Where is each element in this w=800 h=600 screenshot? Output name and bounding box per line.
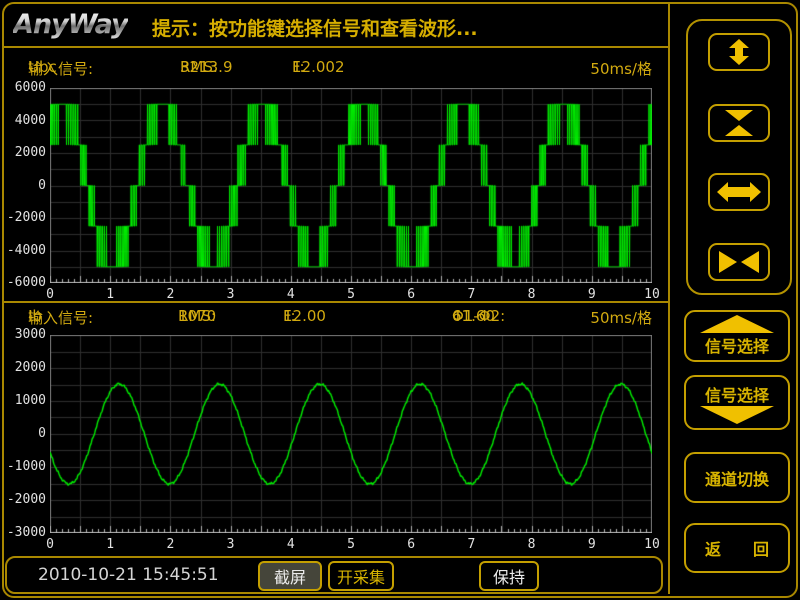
channel-switch-label: 通道切换: [705, 466, 769, 490]
signal-select-down-label: 信号选择: [705, 382, 769, 406]
x-tick-label: 9: [577, 287, 607, 302]
x-tick-label: 9: [577, 537, 607, 552]
waveform-canvas-ib: [50, 335, 652, 533]
start-acquire-button[interactable]: 开采集: [328, 561, 394, 591]
arrows-vertical-expand-icon: [717, 39, 761, 65]
titlebar-divider: [4, 46, 668, 48]
x-tick-label: 3: [216, 287, 246, 302]
y-tick-label: -1000: [2, 459, 46, 474]
sidebar-divider: [668, 4, 670, 594]
timebase-label: 50ms/格: [590, 58, 652, 79]
x-tick-label: 6: [396, 287, 426, 302]
arrows-horizontal-expand-icon: [717, 179, 761, 205]
vertical-compress-button[interactable]: [708, 104, 770, 142]
x-tick-label: 8: [517, 287, 547, 302]
x-tick-label: 7: [456, 287, 486, 302]
back-label: 返 回: [705, 536, 769, 560]
y-tick-label: 3000: [2, 327, 46, 342]
x-tick-label: 3: [216, 537, 246, 552]
x-tick-label: 10: [637, 287, 667, 302]
arrows-vertical-compress-icon: [717, 110, 761, 136]
zoom-button-group: [686, 19, 792, 295]
signal-name: Ubc: [28, 58, 57, 76]
x-tick-label: 10: [637, 537, 667, 552]
y-tick-label: 1000: [2, 393, 46, 408]
x-tick-label: 2: [155, 537, 185, 552]
channel-switch-button[interactable]: 通道切换: [684, 452, 790, 503]
analyzer-screen: AnyWay 提示：按功能键选择信号和查看波形... 输入信号: Ubc RMS…: [0, 0, 800, 600]
signal-select-up-label: 信号选择: [705, 333, 769, 357]
x-tick-label: 5: [336, 537, 366, 552]
x-tick-label: 1: [95, 287, 125, 302]
y-tick-label: 4000: [2, 113, 46, 128]
y-tick-label: -4000: [2, 243, 46, 258]
anyway-logo: AnyWay: [13, 9, 128, 40]
hint-text: 提示：按功能键选择信号和查看波形...: [152, 14, 478, 41]
x-tick-label: 8: [517, 537, 547, 552]
x-tick-label: 6: [396, 537, 426, 552]
signal-name: Ib: [28, 307, 42, 325]
waveform-canvas-ubc: [50, 88, 652, 283]
x-tick-label: 4: [276, 287, 306, 302]
x-tick-label: 5: [336, 287, 366, 302]
x-tick-label: 7: [456, 537, 486, 552]
triangle-down-icon: [700, 406, 774, 424]
y-tick-label: -2000: [2, 210, 46, 225]
y-tick-label: -2000: [2, 492, 46, 507]
capture-button[interactable]: 截屏: [258, 561, 322, 591]
signal-select-down-button[interactable]: 信号选择: [684, 375, 790, 430]
x-tick-label: 4: [276, 537, 306, 552]
timebase-label: 50ms/格: [590, 307, 652, 328]
panel1-header: 输入信号: Ubc RMS: 3213.9 F: 12.002 50ms/格: [0, 58, 668, 80]
horizontal-expand-button[interactable]: [708, 173, 770, 211]
y-tick-label: -3000: [2, 525, 46, 540]
y-tick-label: 2000: [2, 145, 46, 160]
y-tick-label: 6000: [2, 80, 46, 95]
triangle-up-icon: [700, 315, 774, 333]
signal-select-up-button[interactable]: 信号选择: [684, 310, 790, 362]
y-tick-label: -6000: [2, 275, 46, 290]
horizontal-compress-button[interactable]: [708, 243, 770, 281]
panel2-header: 输入信号: Ib RMS: 1070 F: 12.00 Φ1-Φ2: 61.60…: [0, 307, 668, 329]
hold-button[interactable]: 保持: [479, 561, 539, 591]
x-tick-label: 2: [155, 287, 185, 302]
x-tick-label: 1: [95, 537, 125, 552]
vertical-expand-button[interactable]: [708, 33, 770, 71]
timestamp: 2010-10-21 15:45:51: [38, 565, 219, 585]
arrows-horizontal-compress-icon: [717, 249, 761, 275]
back-button[interactable]: 返 回: [684, 523, 790, 573]
y-tick-label: 0: [2, 178, 46, 193]
y-tick-label: 0: [2, 426, 46, 441]
y-tick-label: 2000: [2, 360, 46, 375]
